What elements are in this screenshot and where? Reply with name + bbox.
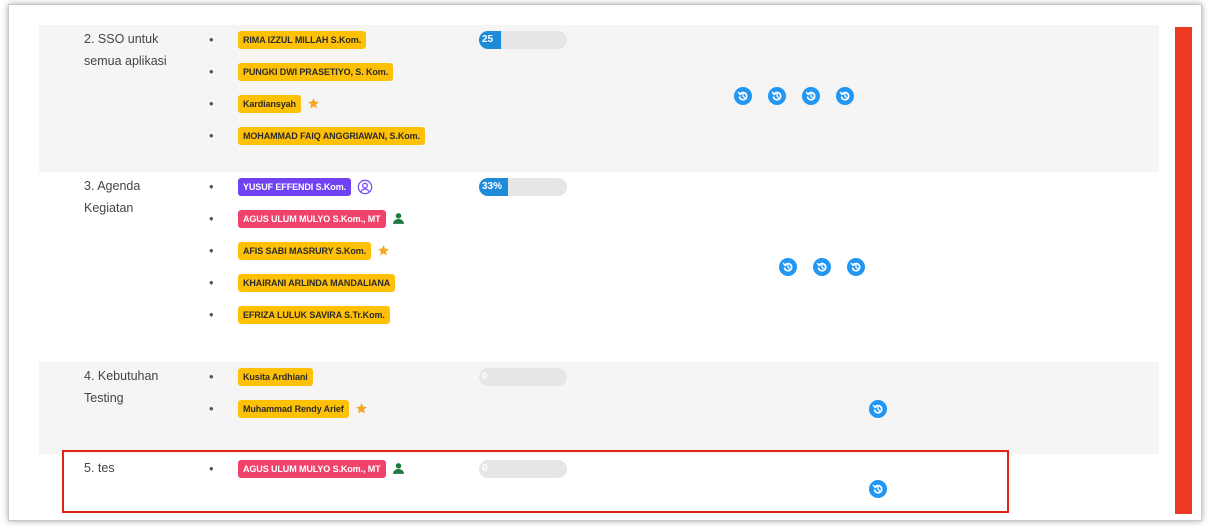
star-icon [307, 97, 320, 110]
progress-label: 25 [479, 31, 501, 49]
user-circle-icon [357, 179, 373, 195]
star-icon [377, 244, 390, 257]
bullet: • [209, 64, 214, 80]
list-item: • Kardiansyah [209, 92, 425, 116]
progress-label: 33% [479, 178, 509, 196]
bullet: • [209, 179, 214, 195]
progress-bar: 25 [479, 31, 567, 49]
bullet: • [209, 401, 214, 417]
member-badge: AGUS ULUM MULYO S.Kom., MT [238, 209, 386, 228]
member-list: • Kusita Ardhiani • Muhammad Rendy Arief [209, 365, 368, 429]
progress-bar: 0 [479, 460, 567, 478]
member-badge: YUSUF EFFENDI S.Kom. [238, 177, 352, 196]
task-name: 2. SSO untuk semua aplikasi [84, 32, 167, 68]
person-icon [392, 212, 405, 225]
task-table-frame: 2. SSO untuk semua aplikasi • RIMA IZZUL M… [8, 4, 1202, 521]
history-icon[interactable] [836, 87, 854, 105]
bullet: • [209, 211, 214, 227]
member-badge: AGUS ULUM MULYO S.Kom., MT [238, 459, 386, 478]
list-item: • EFRIZA LULUK SAVIRA S.Tr.Kom. [209, 303, 405, 327]
list-item: • AGUS ULUM MULYO S.Kom., MT [209, 207, 405, 231]
history-actions [779, 258, 865, 276]
history-icon[interactable] [869, 400, 887, 418]
list-item: • RIMA IZZUL MILLAH S.Kom. [209, 28, 425, 52]
list-item: • Muhammad Rendy Arief [209, 397, 368, 421]
list-item: • AGUS ULUM MULYO S.Kom., MT [209, 457, 405, 481]
bullet: • [209, 307, 214, 323]
bullet: • [209, 369, 214, 385]
member-badge: Muhammad Rendy Arief [238, 399, 349, 418]
list-item: • AFIS SABI MASRURY S.Kom. [209, 239, 405, 263]
member-list: • AGUS ULUM MULYO S.Kom., MT [209, 457, 405, 489]
progress-label: 0 [482, 463, 488, 474]
history-actions [734, 87, 854, 105]
progress-bar: 33% [479, 178, 567, 196]
bullet: • [209, 128, 214, 144]
history-icon[interactable] [734, 87, 752, 105]
member-badge: RIMA IZZUL MILLAH S.Kom. [238, 30, 367, 49]
member-badge: KHAIRANI ARLINDA MANDALIANA [238, 273, 396, 292]
progress-bar: 0 [479, 368, 567, 386]
progress-label: 0 [482, 371, 488, 382]
list-item: • KHAIRANI ARLINDA MANDALIANA [209, 271, 405, 295]
bullet: • [209, 461, 214, 477]
list-item: • PUNGKI DWI PRASETIYO, S. Kom. [209, 60, 425, 84]
table-row: 3. Agenda Kegiatan • YUSUF EFFENDI S.Kom. •… [39, 172, 1159, 362]
history-actions [869, 480, 887, 498]
task-name: 3. Agenda Kegiatan [84, 179, 141, 215]
vertical-scrollbar[interactable] [1175, 27, 1192, 514]
person-icon [392, 462, 405, 475]
star-icon [355, 402, 368, 415]
list-item: • Kusita Ardhiani [209, 365, 368, 389]
member-list: • RIMA IZZUL MILLAH S.Kom. • PUNGKI DWI PRA… [209, 28, 425, 156]
member-badge: AFIS SABI MASRURY S.Kom. [238, 241, 372, 260]
history-actions [869, 400, 887, 418]
list-item: • MOHAMMAD FAIQ ANGGRIAWAN, S.Kom. [209, 124, 425, 148]
history-icon[interactable] [847, 258, 865, 276]
bullet: • [209, 275, 214, 291]
table-row: 2. SSO untuk semua aplikasi • RIMA IZZUL M… [39, 25, 1159, 172]
table-row: 5. tes • AGUS ULUM MULYO S.Kom., MT 0 [39, 454, 1159, 516]
member-badge: PUNGKI DWI PRASETIYO, S. Kom. [238, 62, 394, 81]
task-name: 5. tes [84, 461, 115, 475]
history-icon[interactable] [813, 258, 831, 276]
bullet: • [209, 32, 214, 48]
history-icon[interactable] [768, 87, 786, 105]
history-icon[interactable] [802, 87, 820, 105]
bullet: • [209, 243, 214, 259]
member-list: • YUSUF EFFENDI S.Kom. • AGUS ULUM MULYO S.… [209, 175, 405, 335]
bullet: • [209, 96, 214, 112]
list-item: • YUSUF EFFENDI S.Kom. [209, 175, 405, 199]
table-row: 4. Kebutuhan Testing • Kusita Ardhiani • Muh… [39, 362, 1159, 454]
history-icon[interactable] [869, 480, 887, 498]
member-badge: Kardiansyah [238, 94, 301, 113]
member-badge: Kusita Ardhiani [238, 367, 313, 386]
member-badge: EFRIZA LULUK SAVIRA S.Tr.Kom. [238, 305, 390, 324]
task-name: 4. Kebutuhan Testing [84, 369, 159, 405]
history-icon[interactable] [779, 258, 797, 276]
member-badge: MOHAMMAD FAIQ ANGGRIAWAN, S.Kom. [238, 126, 425, 145]
